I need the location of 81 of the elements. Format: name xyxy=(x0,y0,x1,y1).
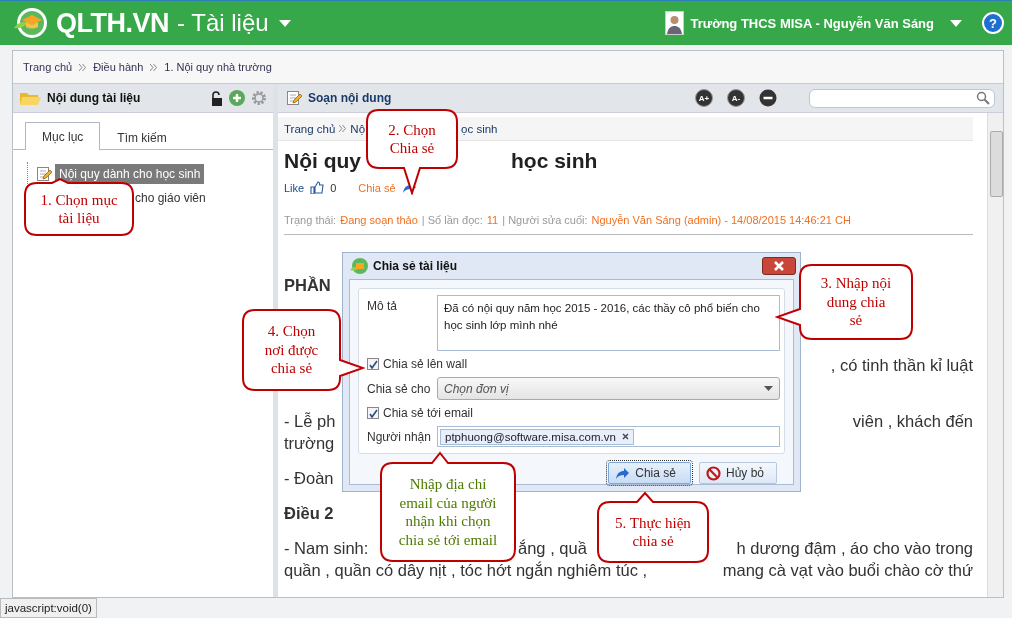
document-text: - Nam sinh: xyxy=(284,538,369,559)
breadcrumb-link[interactable]: ọc sinh xyxy=(461,122,498,135)
callout-text: 4. Chọn nơi được chia sẻ xyxy=(264,322,319,378)
breadcrumb-link[interactable]: Nộ xyxy=(350,122,366,135)
document-text: mang cà vạt vào buổi chào cờ thứ xyxy=(722,560,973,581)
breadcrumb-link[interactable]: 1. Nội quy nhà trường xyxy=(164,61,272,73)
document-title: Nội quy xyxy=(284,149,361,173)
separator-icon xyxy=(79,63,87,71)
callout-text: 2. Chọn Chia sẻ xyxy=(388,120,436,158)
thumbs-up-icon[interactable] xyxy=(310,181,325,194)
field-label: Chia sẻ cho xyxy=(367,381,432,396)
document-text: ắng , quầ xyxy=(518,538,587,559)
tree-item[interactable]: Nội quy dành cho học sinh xyxy=(55,164,205,184)
caret-icon[interactable] xyxy=(950,19,962,27)
search-icon xyxy=(976,91,990,105)
status-value: Nguyễn Văn Sáng (admin) - 14/08/2015 14:46:21 CH xyxy=(591,214,851,226)
status-value: Đang soạn thảo xyxy=(340,214,418,226)
status-label: | Số lần đọc: xyxy=(421,214,483,226)
checkbox[interactable] xyxy=(367,358,379,370)
document-text: , có tinh thần kỉ luật xyxy=(830,355,973,376)
document-text: - Lễ ph xyxy=(284,411,336,432)
add-icon[interactable] xyxy=(229,90,245,106)
callout-text: 1. Chọn mục tài liệu xyxy=(40,190,118,228)
document-text: viên , khách đến xyxy=(852,411,973,432)
document-text: Điều 2 xyxy=(284,503,334,524)
recipient-field[interactable]: ptphuong@software.misa.com.vn xyxy=(437,426,780,447)
like-count: 0 xyxy=(330,181,337,194)
document-title: học sinh xyxy=(511,149,598,173)
edit-document-icon xyxy=(36,166,52,182)
field-label: Mô tả xyxy=(367,298,398,313)
font-size-button[interactable]: A+ xyxy=(695,89,713,107)
status-value: 11 xyxy=(486,214,499,226)
panel-title: Nội dung tài liệu xyxy=(47,91,141,105)
checkbox-label: Chia sẻ tới email xyxy=(383,406,473,420)
checkbox-label: Chia sẻ lên wall xyxy=(383,357,468,371)
document-text: - Đoàn xyxy=(284,468,334,489)
toolbar-title[interactable]: Soạn nội dung xyxy=(308,91,392,105)
caret-icon[interactable] xyxy=(278,19,291,27)
recipient-tag[interactable]: ptphuong@software.misa.com.vn xyxy=(440,428,634,445)
document-text: PHẦN xyxy=(284,275,331,296)
help-button[interactable]: ? xyxy=(982,12,1004,34)
like-link[interactable]: Like xyxy=(284,181,305,194)
status-bar: javascript:void(0) xyxy=(0,598,97,618)
breadcrumb-link[interactable]: Trang chủ xyxy=(284,122,336,135)
callout-text: 3. Nhập nội dung chia sẻ xyxy=(820,274,892,330)
unlock-icon[interactable] xyxy=(210,90,223,106)
separator-icon xyxy=(150,63,158,71)
dropdown-arrow-icon xyxy=(764,386,773,391)
close-button[interactable] xyxy=(762,257,796,275)
prohibited-icon xyxy=(705,465,721,481)
close-icon xyxy=(772,260,786,272)
tab[interactable]: Tìm kiếm xyxy=(100,124,184,150)
folder-icon xyxy=(19,90,41,106)
callout-text: Nhập địa chỉ email của người nhận khi chọn chia sẻ tới email xyxy=(398,475,498,549)
edit-document-icon xyxy=(286,90,302,106)
cancel-button[interactable]: Hủy bỏ xyxy=(698,462,777,484)
minus-icon[interactable] xyxy=(759,89,777,107)
breadcrumb-link[interactable]: Điều hành xyxy=(93,61,144,73)
checkbox[interactable] xyxy=(367,407,379,419)
separator-icon xyxy=(339,125,347,132)
status-label: | Người sửa cuối: xyxy=(502,214,588,226)
document-text: h dương đậm , áo cho vào trong xyxy=(736,538,973,559)
callout-text: 5. Thực hiện chia sẻ xyxy=(615,513,691,551)
share-arrow-icon xyxy=(615,466,631,480)
document-text: quần , quần có dây nịt , tóc hớt ngắn nghiêm túc , xyxy=(284,560,648,581)
status-label: Trạng thái: xyxy=(284,214,337,226)
avatar-icon xyxy=(665,11,685,35)
dialog-title: Chia sẻ tài liệu xyxy=(373,259,458,273)
tree-item[interactable]: cho giáo viên xyxy=(131,188,210,208)
tab[interactable]: Mục lục xyxy=(25,122,101,150)
remove-icon[interactable] xyxy=(621,433,629,440)
field-label: Người nhận xyxy=(367,429,432,444)
share-document-icon xyxy=(349,257,369,275)
description-field[interactable]: Đã có nội quy năm học 2015 - 2016, các thầy cô phổ biến cho học sinh lớp mình nhé xyxy=(437,295,780,351)
unit-dropdown[interactable]: Chọn đơn vị xyxy=(437,377,780,400)
breadcrumb-link[interactable]: Trang chủ xyxy=(23,61,73,73)
share-button[interactable]: Chia sẻ xyxy=(608,462,691,484)
search-field[interactable] xyxy=(809,88,995,108)
font-size-button[interactable]: A- xyxy=(727,89,745,107)
scrollbar-thumb[interactable] xyxy=(990,131,1003,197)
document-text: trường xyxy=(284,433,335,454)
